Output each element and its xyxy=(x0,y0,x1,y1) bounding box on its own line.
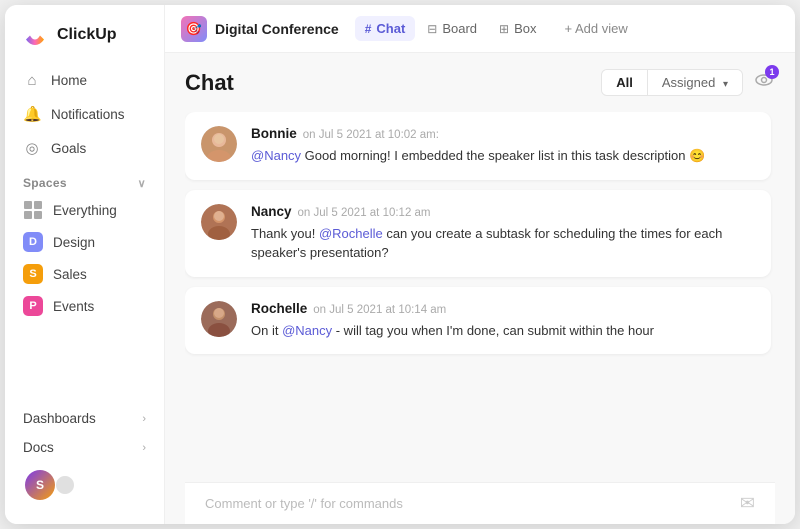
chat-area: Chat All Assigned ▾ xyxy=(165,53,795,524)
message-author: Rochelle xyxy=(251,301,307,316)
topbar-tabs: # Chat ⊟ Board ⊞ Box xyxy=(355,16,547,41)
message-body: Rochelle on Jul 5 2021 at 10:14 am On it… xyxy=(251,301,755,341)
sidebar: ClickUp ⌂ Home 🔔 Notifications ◎ Goals S… xyxy=(5,5,165,524)
sidebar-item-goals-label: Goals xyxy=(51,141,86,156)
events-label: Events xyxy=(53,299,94,314)
message-card: Rochelle on Jul 5 2021 at 10:14 am On it… xyxy=(185,287,771,355)
spaces-chevron-icon: ∨ xyxy=(138,177,146,190)
message-card: Bonnie on Jul 5 2021 at 10:02 am: @Nancy… xyxy=(185,112,771,180)
project-icon: 🎯 xyxy=(181,16,207,42)
message-card: Nancy on Jul 5 2021 at 10:12 am Thank yo… xyxy=(185,190,771,277)
app-logo-text: ClickUp xyxy=(57,26,117,44)
sidebar-item-goals[interactable]: ◎ Goals xyxy=(13,132,156,164)
sidebar-item-home-label: Home xyxy=(51,73,87,88)
hash-icon: # xyxy=(365,22,372,36)
user-avatar-bar: S xyxy=(13,462,156,508)
events-space-icon: P xyxy=(23,296,43,316)
breadcrumb: 🎯 Digital Conference xyxy=(181,16,339,42)
sidebar-item-notifications-label: Notifications xyxy=(51,107,125,122)
rochelle-avatar xyxy=(201,301,237,337)
comment-input[interactable]: Comment or type '/' for commands xyxy=(205,496,740,511)
message-text: Thank you! @Rochelle can you create a su… xyxy=(251,224,755,263)
sidebar-item-sales[interactable]: S Sales xyxy=(13,258,156,290)
sidebar-navigation: ⌂ Home 🔔 Notifications ◎ Goals xyxy=(5,65,164,164)
chat-header-right: All Assigned ▾ 1 xyxy=(601,69,775,96)
tab-chat-label: Chat xyxy=(376,21,405,36)
spaces-section-header: Spaces ∨ xyxy=(5,164,164,194)
eye-badge: 1 xyxy=(765,65,779,79)
bell-icon: 🔔 xyxy=(23,105,41,123)
message-time: on Jul 5 2021 at 10:14 am xyxy=(313,304,446,316)
dashboards-chevron-icon: › xyxy=(142,413,146,425)
filter-all[interactable]: All xyxy=(602,70,648,95)
message-body: Bonnie on Jul 5 2021 at 10:02 am: @Nancy… xyxy=(251,126,755,166)
nancy-avatar xyxy=(201,204,237,240)
sidebar-item-design[interactable]: D Design xyxy=(13,226,156,258)
sales-label: Sales xyxy=(53,267,87,282)
sidebar-item-dashboards[interactable]: Dashboards › xyxy=(13,404,156,433)
messages-list: Bonnie on Jul 5 2021 at 10:02 am: @Nancy… xyxy=(185,112,775,470)
message-author: Bonnie xyxy=(251,126,297,141)
message-text: On it @Nancy - will tag you when I'm don… xyxy=(251,321,755,341)
tab-board[interactable]: ⊟ Board xyxy=(417,16,487,41)
design-label: Design xyxy=(53,235,95,250)
avatar xyxy=(201,126,237,162)
message-time: on Jul 5 2021 at 10:12 am xyxy=(298,207,431,219)
design-space-icon: D xyxy=(23,232,43,252)
tab-board-label: Board xyxy=(442,21,477,36)
message-body: Nancy on Jul 5 2021 at 10:12 am Thank yo… xyxy=(251,204,755,263)
sidebar-item-docs[interactable]: Docs › xyxy=(13,433,156,462)
assigned-chevron-icon: ▾ xyxy=(723,79,728,90)
avatar xyxy=(201,204,237,240)
tab-box[interactable]: ⊞ Box xyxy=(489,16,546,41)
sidebar-logo: ClickUp xyxy=(5,21,164,65)
sidebar-item-notifications[interactable]: 🔔 Notifications xyxy=(13,98,156,130)
sales-space-icon: S xyxy=(23,264,43,284)
user-avatar[interactable]: S xyxy=(25,470,55,500)
sidebar-item-events[interactable]: P Events xyxy=(13,290,156,322)
add-view-button[interactable]: + Add view xyxy=(555,16,638,41)
message-text: @Nancy Good morning! I embedded the spea… xyxy=(251,146,755,166)
mention: @Nancy xyxy=(251,148,301,163)
home-icon: ⌂ xyxy=(23,72,41,89)
message-header: Rochelle on Jul 5 2021 at 10:14 am xyxy=(251,301,755,316)
message-header: Bonnie on Jul 5 2021 at 10:02 am: xyxy=(251,126,755,141)
clickup-logo-icon xyxy=(21,21,49,49)
filter-assigned[interactable]: Assigned ▾ xyxy=(648,70,742,95)
goals-icon: ◎ xyxy=(23,139,41,157)
everything-label: Everything xyxy=(53,203,117,218)
box-icon: ⊞ xyxy=(499,22,509,36)
breadcrumb-title: Digital Conference xyxy=(215,21,339,37)
main-content: 🎯 Digital Conference # Chat ⊟ Board ⊞ Bo… xyxy=(165,5,795,524)
docs-chevron-icon: › xyxy=(142,442,146,454)
avatar xyxy=(201,301,237,337)
eye-icon-button[interactable]: 1 xyxy=(753,69,775,96)
filter-tabs: All Assigned ▾ xyxy=(601,69,743,96)
message-author: Nancy xyxy=(251,204,292,219)
message-header: Nancy on Jul 5 2021 at 10:12 am xyxy=(251,204,755,219)
sidebar-item-home[interactable]: ⌂ Home xyxy=(13,65,156,96)
mention: @Nancy xyxy=(282,323,332,338)
tab-box-label: Box xyxy=(514,21,536,36)
tab-chat[interactable]: # Chat xyxy=(355,16,416,41)
bonnie-avatar xyxy=(201,126,237,162)
chat-title: Chat xyxy=(185,70,234,96)
sidebar-item-everything[interactable]: Everything xyxy=(13,194,156,226)
send-icon[interactable]: ✉ xyxy=(740,493,755,514)
comment-bar: Comment or type '/' for commands ✉ xyxy=(185,482,775,524)
chat-header: Chat All Assigned ▾ xyxy=(185,69,775,96)
message-time: on Jul 5 2021 at 10:02 am: xyxy=(303,129,439,141)
mention: @Rochelle xyxy=(319,226,383,241)
board-icon: ⊟ xyxy=(427,22,437,36)
everything-icon xyxy=(23,200,43,220)
sidebar-bottom: Dashboards › Docs › S xyxy=(5,396,164,516)
topbar: 🎯 Digital Conference # Chat ⊟ Board ⊞ Bo… xyxy=(165,5,795,53)
secondary-avatar xyxy=(55,475,75,495)
